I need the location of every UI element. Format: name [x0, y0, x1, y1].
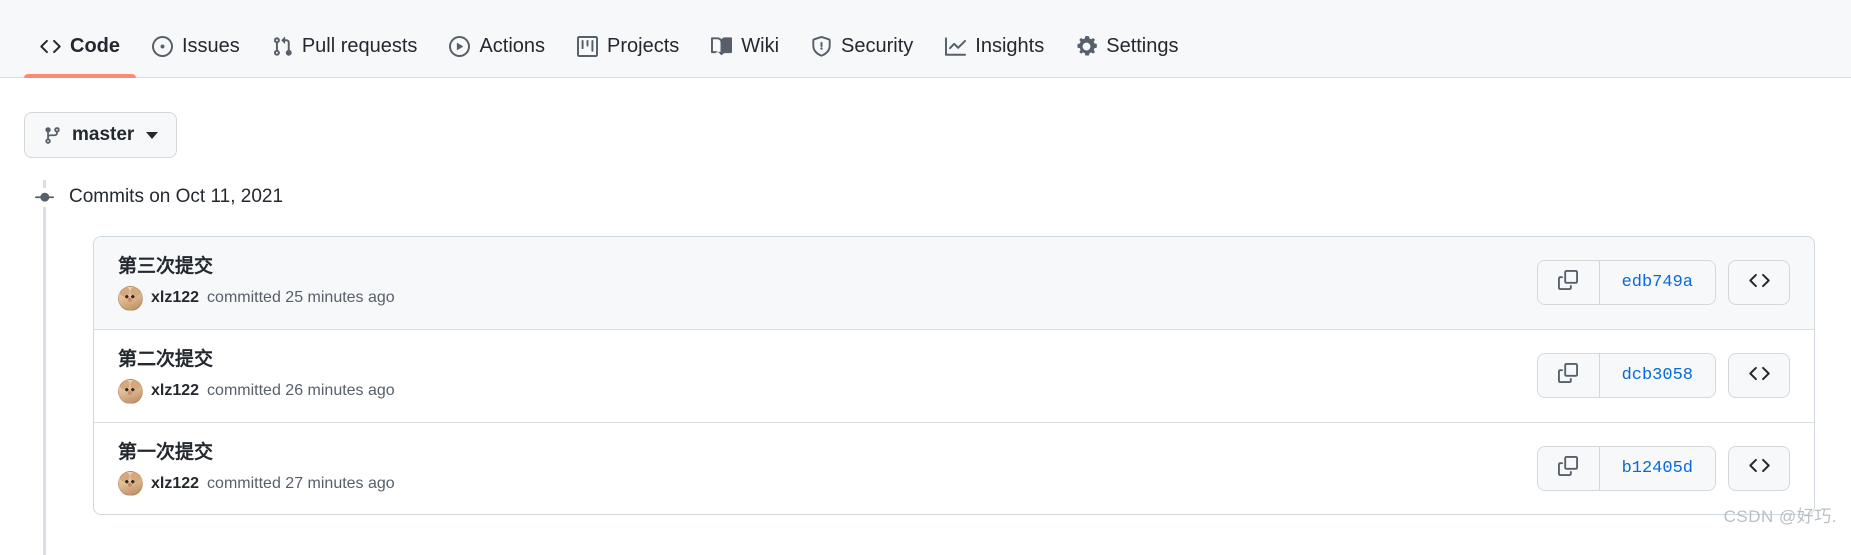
tab-issues[interactable]: Issues [136, 0, 256, 77]
tab-settings[interactable]: Settings [1060, 0, 1194, 77]
repository-nav-list: Code Issues Pull requests Actions Projec [24, 0, 1195, 78]
repository-nav: Code Issues Pull requests Actions Projec [0, 0, 1851, 78]
commit-author[interactable]: xlz122 [151, 382, 199, 400]
commit-timestamp: committed 27 minutes ago [207, 474, 395, 492]
copy-icon [1558, 455, 1579, 481]
tab-issues-label: Issues [182, 35, 240, 57]
tab-projects-label: Projects [607, 35, 680, 57]
tab-settings-label: Settings [1106, 35, 1179, 57]
commit-sha-group: b12405d [1536, 445, 1716, 491]
chevron-down-icon [146, 131, 159, 139]
commit-author[interactable]: xlz122 [151, 289, 199, 307]
code-icon [1748, 455, 1770, 481]
copy-sha-button[interactable] [1537, 354, 1600, 398]
git-branch-icon [43, 126, 62, 145]
timeline-rail [43, 180, 46, 555]
commit-sha-link[interactable]: edb749a [1599, 261, 1715, 305]
commit-actions: edb749a [1536, 260, 1790, 306]
commits-timeline: Commits on Oct 11, 2021 第三次提交 xlz122 com… [24, 180, 1827, 555]
code-icon [1748, 363, 1770, 389]
tab-security-label: Security [841, 35, 914, 57]
commit-byline: xlz122 committed 26 minutes ago [118, 378, 395, 404]
commit-message[interactable]: 第三次提交 [118, 255, 395, 279]
tab-insights-label: Insights [975, 35, 1045, 57]
copy-icon [1558, 270, 1579, 295]
tab-pull-requests[interactable]: Pull requests [256, 0, 434, 77]
commit-byline: xlz122 committed 27 minutes ago [118, 471, 395, 497]
commit-message[interactable]: 第一次提交 [118, 441, 395, 465]
commit-sha-link[interactable]: b12405d [1599, 446, 1715, 490]
tab-projects[interactable]: Projects [561, 0, 695, 77]
commit-timestamp: committed 26 minutes ago [207, 382, 395, 399]
git-pull-request-icon [272, 36, 293, 57]
commit-sha-link[interactable]: dcb3058 [1599, 354, 1715, 398]
branch-selector-label: master [72, 124, 135, 145]
project-icon [577, 36, 599, 57]
main-content: master Commits on Oct 11, 2021 第三次提交 xlz… [0, 78, 1851, 555]
tab-actions[interactable]: Actions [433, 0, 561, 77]
avatar[interactable] [118, 285, 143, 311]
book-icon [711, 36, 733, 57]
commit-row[interactable]: 第二次提交 xlz122 committed 26 minutes ago dc… [94, 330, 1814, 423]
commit-sha-group: dcb3058 [1536, 353, 1716, 399]
code-icon [1748, 270, 1770, 296]
shield-icon [811, 36, 832, 57]
commits-list: 第三次提交 xlz122 committed 25 minutes ago ed… [93, 236, 1815, 516]
commit-sha-group: edb749a [1536, 260, 1716, 306]
avatar[interactable] [118, 471, 143, 497]
tab-code-label: Code [70, 35, 120, 57]
commit-details: 第一次提交 xlz122 committed 27 minutes ago [118, 441, 395, 497]
gear-icon [1076, 36, 1098, 57]
commit-dot-icon [24, 187, 64, 207]
commit-details: 第二次提交 xlz122 committed 26 minutes ago [118, 348, 395, 404]
tab-insights[interactable]: Insights [929, 0, 1060, 77]
copy-sha-button[interactable] [1537, 261, 1600, 305]
commit-byline: xlz122 committed 25 minutes ago [118, 285, 395, 311]
commit-group-title: Commits on Oct 11, 2021 [69, 186, 284, 207]
copy-sha-button[interactable] [1537, 446, 1600, 490]
branch-selector-button[interactable]: master [24, 112, 178, 158]
tab-wiki-label: Wiki [741, 35, 780, 57]
commit-group-header: Commits on Oct 11, 2021 [24, 180, 1827, 214]
play-icon [449, 36, 471, 57]
copy-icon [1558, 363, 1579, 388]
tab-code[interactable]: Code [24, 0, 136, 78]
commit-timestamp: committed 25 minutes ago [207, 289, 395, 307]
commit-row[interactable]: 第一次提交 xlz122 committed 27 minutes ago b1… [94, 423, 1814, 515]
tab-wiki[interactable]: Wiki [695, 0, 795, 77]
issue-opened-icon [152, 36, 173, 57]
tab-actions-label: Actions [479, 35, 546, 57]
commit-row[interactable]: 第三次提交 xlz122 committed 25 minutes ago ed… [94, 237, 1814, 330]
browse-code-button[interactable] [1728, 353, 1790, 399]
code-icon [40, 36, 61, 57]
commit-message[interactable]: 第二次提交 [118, 348, 395, 372]
graph-icon [945, 36, 967, 57]
commit-details: 第三次提交 xlz122 committed 25 minutes ago [118, 255, 395, 311]
avatar[interactable] [118, 378, 143, 404]
browse-code-button[interactable] [1728, 260, 1790, 306]
commit-actions: b12405d [1536, 445, 1790, 491]
commit-author[interactable]: xlz122 [151, 475, 199, 493]
watermark: CSDN @好巧. [1723, 507, 1837, 526]
tab-pull-requests-label: Pull requests [301, 35, 418, 57]
tab-security[interactable]: Security [795, 0, 929, 77]
commit-actions: dcb3058 [1536, 353, 1790, 399]
browse-code-button[interactable] [1728, 445, 1790, 491]
